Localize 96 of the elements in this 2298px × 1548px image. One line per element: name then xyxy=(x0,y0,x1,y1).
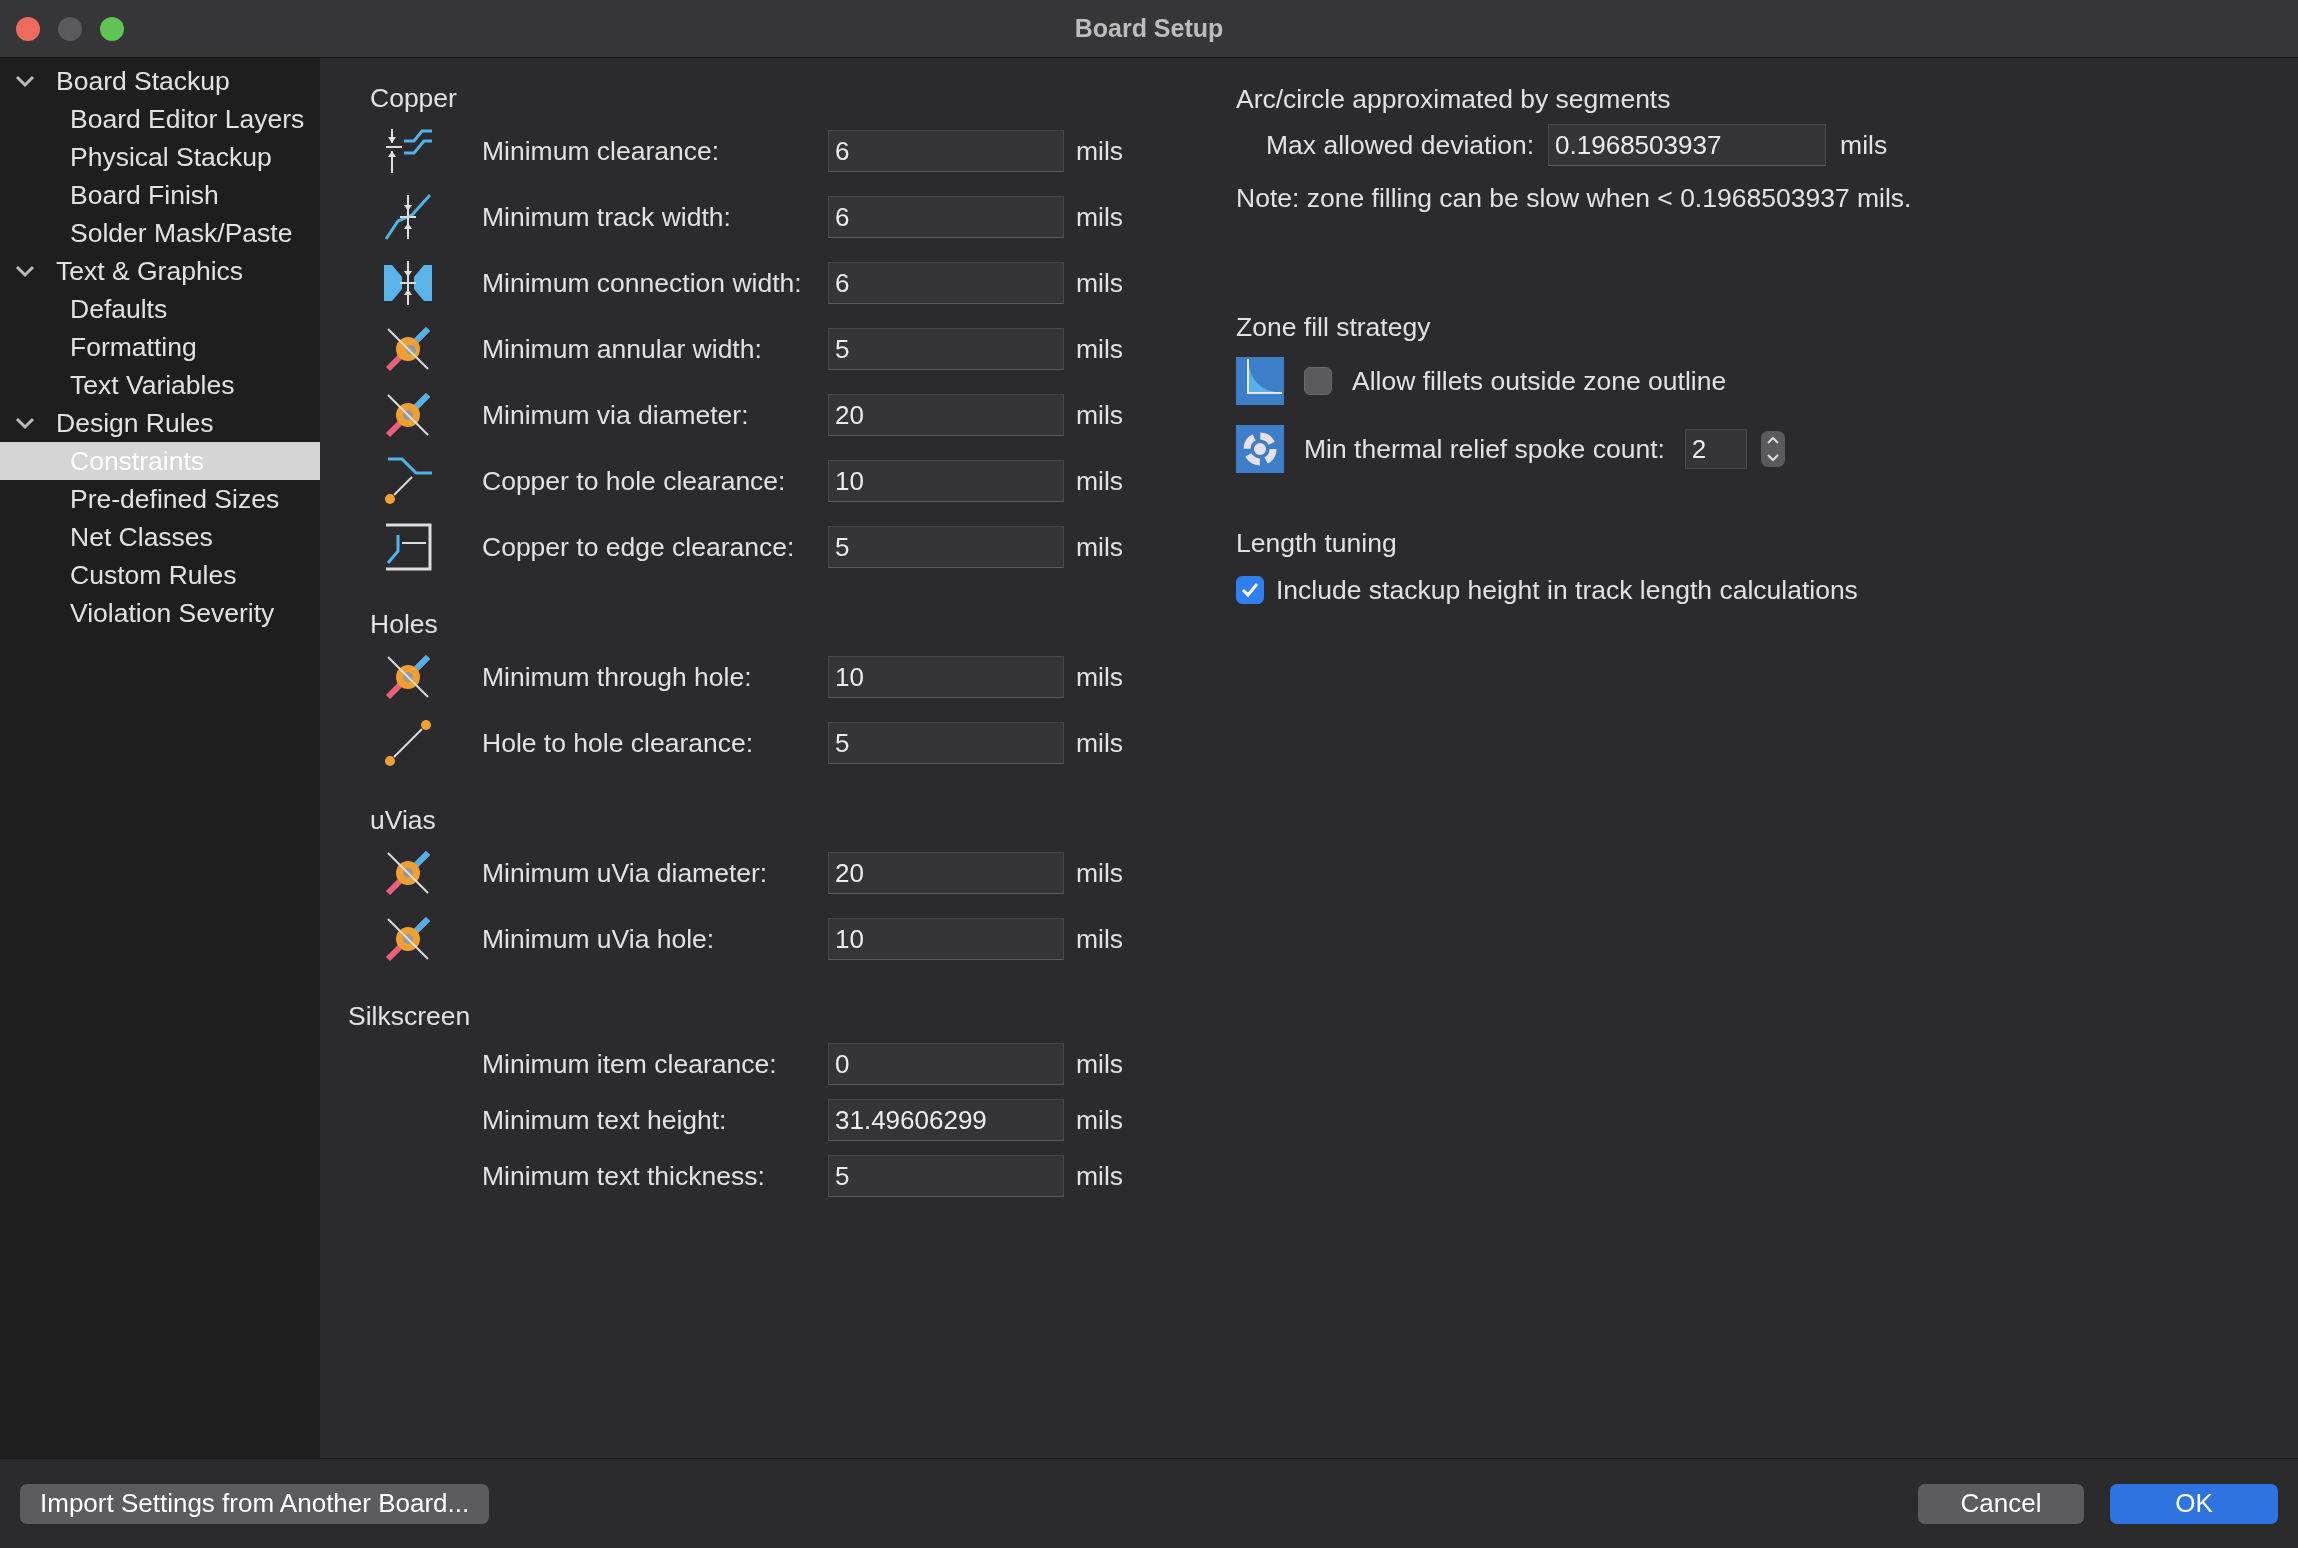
unit-label: mils xyxy=(1076,465,1124,497)
field-label: Copper to hole clearance: xyxy=(482,465,787,497)
section-title: Silkscreen xyxy=(348,1000,471,1032)
unit-label: mils xyxy=(1076,923,1124,955)
via-icon xyxy=(384,653,432,701)
hole-clearance-icon xyxy=(384,457,432,505)
checkbox-label: Include stackup height in track length calculations xyxy=(1276,574,1858,606)
chevron-down-icon[interactable] xyxy=(14,74,36,88)
unit-label: mils xyxy=(1076,333,1124,365)
section-title: Zone fill strategy xyxy=(1236,311,1431,343)
checkmark-icon xyxy=(1241,582,1259,598)
unit-label: mils xyxy=(1840,129,1888,161)
sidebar-item[interactable]: Pre-defined Sizes xyxy=(0,480,320,518)
field-label: Minimum uVia diameter: xyxy=(482,857,769,889)
input-field[interactable]: 6 xyxy=(828,130,1064,172)
field-label: Max allowed deviation: xyxy=(1266,129,1535,161)
sidebar-item[interactable]: Physical Stackup xyxy=(0,138,320,176)
section-title: Holes xyxy=(370,608,438,640)
input-field[interactable]: 5 xyxy=(828,1155,1064,1197)
unit-label: mils xyxy=(1076,1104,1124,1136)
field-label: Minimum track width: xyxy=(482,201,732,233)
input-field[interactable]: 5 xyxy=(828,722,1064,764)
section-title: uVias xyxy=(370,804,436,836)
edge-clearance-icon xyxy=(384,523,432,571)
input-field[interactable]: 6 xyxy=(828,262,1064,304)
sidebar-group[interactable]: Text & Graphics xyxy=(56,255,244,287)
field-label: Minimum connection width: xyxy=(482,267,803,299)
input-field[interactable]: 10 xyxy=(828,460,1064,502)
input-field[interactable]: 0.1968503937 xyxy=(1548,124,1827,166)
sidebar-item[interactable]: Solder Mask/Paste xyxy=(0,214,320,252)
ok-button[interactable]: OK xyxy=(2110,1483,2278,1524)
unit-label: mils xyxy=(1076,531,1124,563)
sidebar-item[interactable]: Net Classes xyxy=(0,518,320,556)
unit-label: mils xyxy=(1076,399,1124,431)
sidebar-group[interactable]: Design Rules xyxy=(56,407,214,439)
unit-label: mils xyxy=(1076,857,1124,889)
field-label: Minimum text thickness: xyxy=(482,1160,766,1192)
unit-label: mils xyxy=(1076,201,1124,233)
field-label: Minimum uVia hole: xyxy=(482,923,716,955)
field-label: Min thermal relief spoke count: xyxy=(1304,433,1665,465)
checkbox[interactable] xyxy=(1304,367,1332,395)
input-field[interactable]: 5 xyxy=(828,526,1064,568)
thermal-relief-icon xyxy=(1236,425,1284,473)
track-clearance-icon xyxy=(384,127,432,175)
via-icon xyxy=(384,915,432,963)
sidebar-item[interactable]: Defaults xyxy=(0,290,320,328)
sidebar-item[interactable]: Custom Rules xyxy=(0,556,320,594)
stepper-icon[interactable] xyxy=(1760,429,1785,469)
input-field[interactable]: 20 xyxy=(828,394,1064,436)
field-label: Minimum via diameter: xyxy=(482,399,750,431)
section-title: Copper xyxy=(370,82,457,114)
input-field[interactable]: 5 xyxy=(828,328,1064,370)
checkbox[interactable] xyxy=(1236,576,1264,604)
chevron-down-icon[interactable] xyxy=(14,264,36,278)
unit-label: mils xyxy=(1076,727,1124,759)
sidebar-item[interactable]: Violation Severity xyxy=(0,594,320,632)
input-field[interactable]: 10 xyxy=(828,918,1064,960)
unit-label: mils xyxy=(1076,661,1124,693)
field-label: Minimum text height: xyxy=(482,1104,728,1136)
unit-label: mils xyxy=(1076,135,1124,167)
via-icon xyxy=(384,849,432,897)
hole-spacing-icon xyxy=(384,719,432,767)
field-label: Hole to hole clearance: xyxy=(482,727,755,759)
import-button[interactable]: Import Settings from Another Board... xyxy=(20,1483,490,1524)
unit-label: mils xyxy=(1076,267,1124,299)
unit-label: mils xyxy=(1076,1160,1124,1192)
input-field[interactable]: 20 xyxy=(828,852,1064,894)
spin-field[interactable]: 2 xyxy=(1684,429,1747,469)
input-field[interactable]: 31.49606299 xyxy=(828,1099,1064,1141)
bowtie-icon xyxy=(384,259,432,307)
sidebar-item[interactable]: Formatting xyxy=(0,328,320,366)
field-label: Minimum item clearance: xyxy=(482,1048,778,1080)
zoom-button[interactable] xyxy=(100,16,124,41)
sidebar-group[interactable]: Board Stackup xyxy=(56,65,230,97)
input-field[interactable]: 6 xyxy=(828,196,1064,238)
sidebar-item[interactable]: Board Editor Layers xyxy=(0,100,320,138)
sidebar-item[interactable]: Text Variables xyxy=(0,366,320,404)
note-text: Note: zone filling can be slow when < 0.1968503937 mils. xyxy=(1236,182,1912,214)
section-title: Length tuning xyxy=(1236,527,1397,559)
field-label: Minimum annular width: xyxy=(482,333,763,365)
chevron-down-icon[interactable] xyxy=(14,416,36,430)
sidebar-item[interactable]: Board Finish xyxy=(0,176,320,214)
input-field[interactable]: 10 xyxy=(828,656,1064,698)
window-title: Board Setup xyxy=(1074,14,1224,42)
via-icon xyxy=(384,391,432,439)
section-title: Arc/circle approximated by segments xyxy=(1236,83,1671,115)
field-label: Copper to edge clearance: xyxy=(482,531,796,563)
unit-label: mils xyxy=(1076,1048,1124,1080)
checkbox-label: Allow fillets outside zone outline xyxy=(1352,365,1727,397)
input-field[interactable]: 0 xyxy=(828,1043,1064,1085)
track-width-icon xyxy=(384,193,432,241)
via-icon xyxy=(384,325,432,373)
cancel-button[interactable]: Cancel xyxy=(1918,1483,2084,1524)
field-label: Minimum through hole: xyxy=(482,661,753,693)
close-button[interactable] xyxy=(16,16,40,41)
field-label: Minimum clearance: xyxy=(482,135,721,167)
